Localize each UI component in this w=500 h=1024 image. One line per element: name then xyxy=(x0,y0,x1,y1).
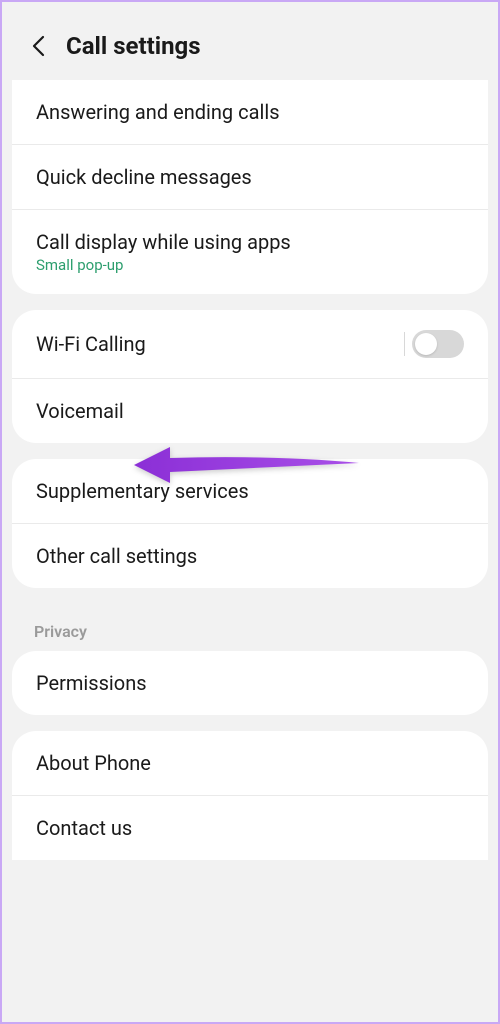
row-label: Other call settings xyxy=(36,544,197,568)
row-label: Voicemail xyxy=(36,399,124,423)
row-label: Contact us xyxy=(36,816,132,840)
row-label: Call display while using apps xyxy=(36,230,291,254)
settings-group-3: Supplementary services Other call settin… xyxy=(12,459,488,588)
row-label: Wi-Fi Calling xyxy=(36,332,146,356)
row-label: Answering and ending calls xyxy=(36,100,280,124)
row-supplementary[interactable]: Supplementary services xyxy=(12,459,488,523)
row-quick-decline[interactable]: Quick decline messages xyxy=(12,144,488,209)
header: Call settings xyxy=(2,2,498,80)
settings-group-5: About Phone Contact us xyxy=(12,731,488,860)
section-privacy-header: Privacy xyxy=(2,604,498,651)
page-title: Call settings xyxy=(66,32,201,60)
row-contact-us[interactable]: Contact us xyxy=(12,795,488,860)
row-about-phone[interactable]: About Phone xyxy=(12,731,488,795)
settings-group-4: Permissions xyxy=(12,651,488,715)
row-label: Quick decline messages xyxy=(36,165,252,189)
back-icon[interactable] xyxy=(26,34,50,58)
row-label: Supplementary services xyxy=(36,479,249,503)
settings-group-2: Wi-Fi Calling Voicemail xyxy=(12,310,488,443)
row-permissions[interactable]: Permissions xyxy=(12,651,488,715)
row-other-call[interactable]: Other call settings xyxy=(12,523,488,588)
row-label: About Phone xyxy=(36,751,151,775)
row-sublabel: Small pop-up xyxy=(36,256,291,274)
row-call-display[interactable]: Call display while using apps Small pop-… xyxy=(12,209,488,294)
wifi-calling-toggle[interactable] xyxy=(412,330,464,358)
row-wifi-calling[interactable]: Wi-Fi Calling xyxy=(12,310,488,378)
row-voicemail[interactable]: Voicemail xyxy=(12,378,488,443)
row-label: Permissions xyxy=(36,671,147,695)
row-answering-ending[interactable]: Answering and ending calls xyxy=(12,80,488,144)
settings-group-1: Answering and ending calls Quick decline… xyxy=(12,80,488,294)
toggle-knob xyxy=(415,333,437,355)
